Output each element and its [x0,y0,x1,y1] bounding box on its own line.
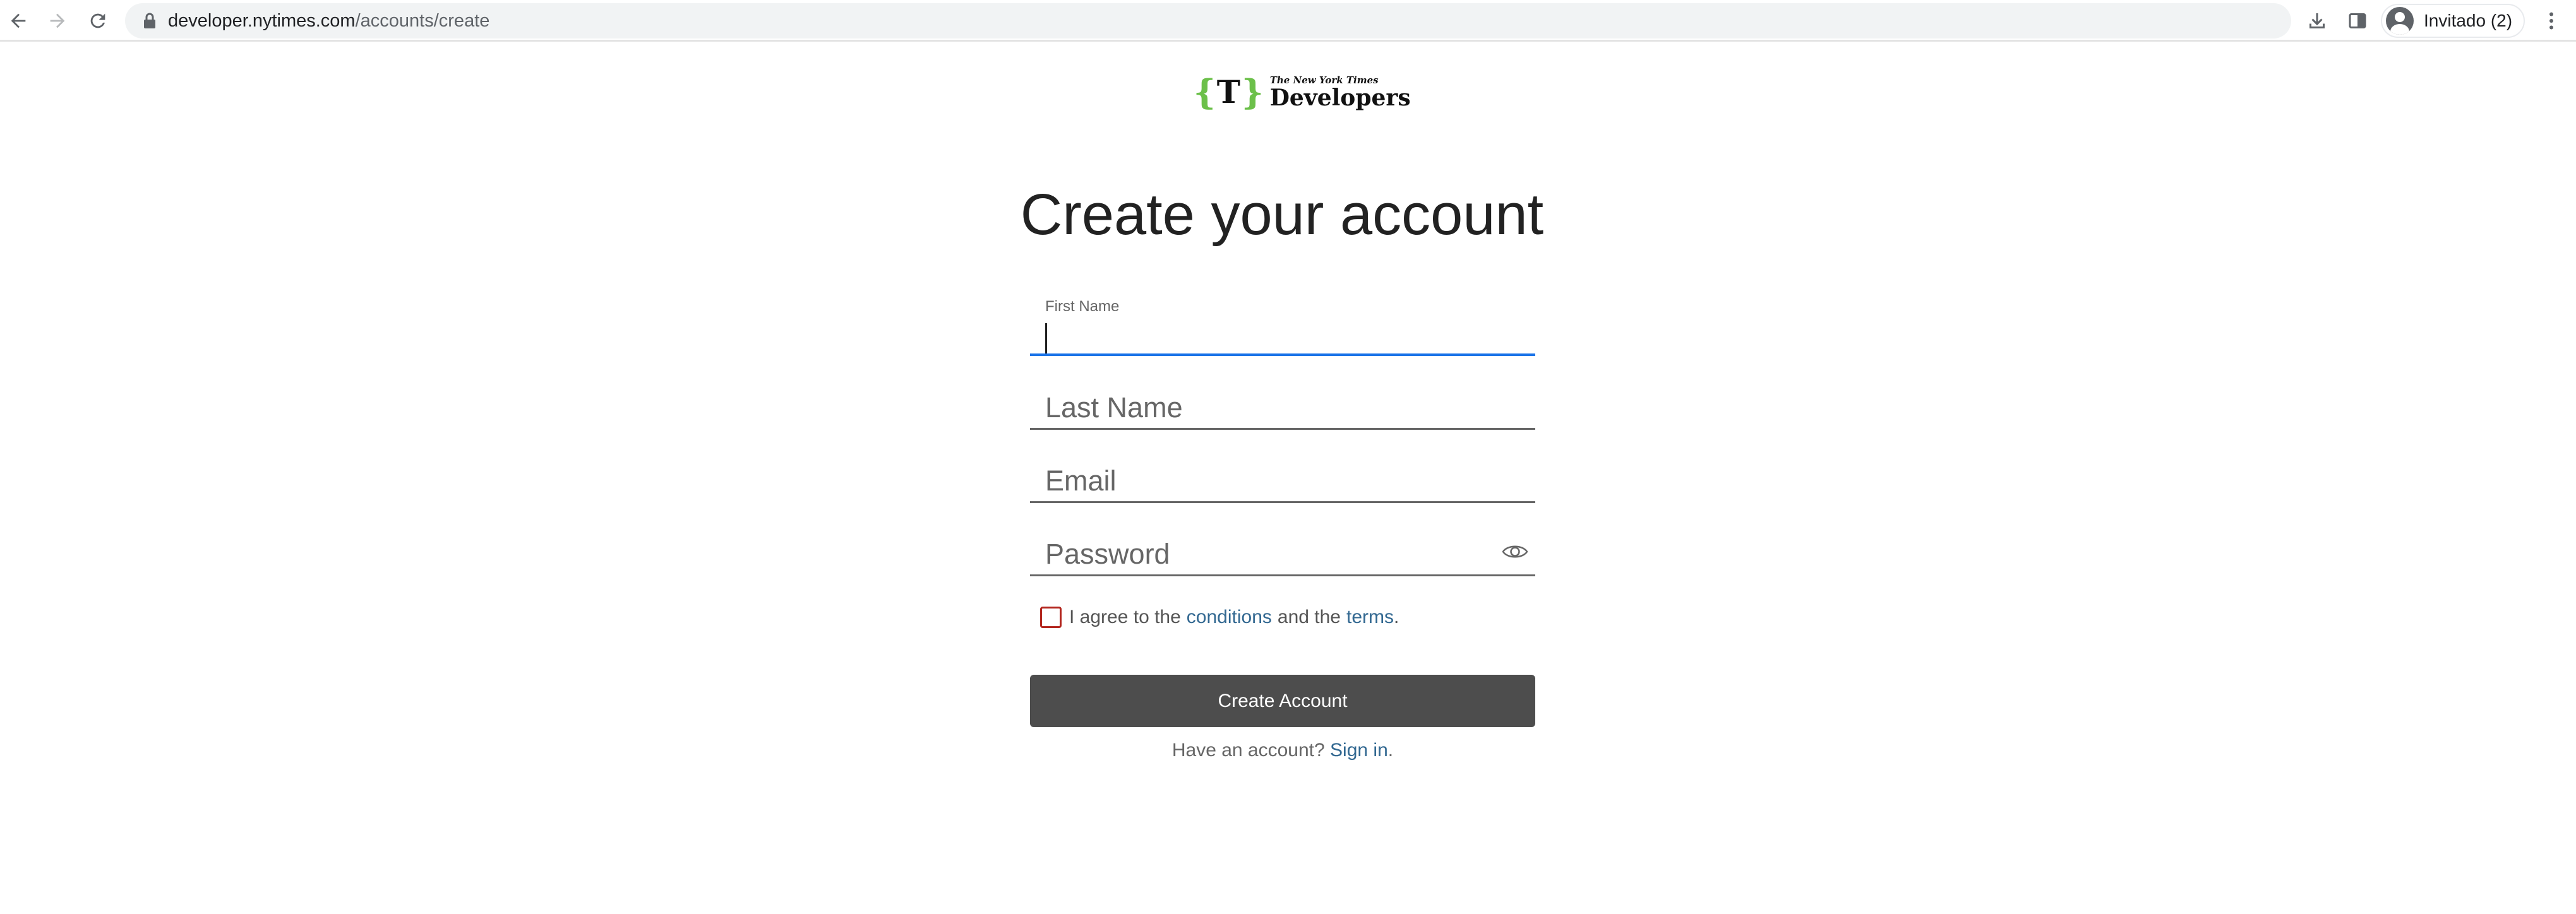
create-account-button[interactable]: Create Account [1030,675,1535,727]
arrow-right-icon [50,13,65,28]
download-button[interactable] [2303,6,2332,35]
terms-agreement: I agree to the conditions and the terms … [1040,605,1399,630]
eye-icon [1502,545,1528,558]
agree-middle: and the [1277,607,1341,627]
last-name-field[interactable]: Last Name [1030,385,1535,430]
download-icon [2309,13,2325,28]
profile-label: Invitado (2) [2424,11,2513,30]
logo-mark: T [1216,73,1240,110]
email-placeholder: Email [1045,465,1117,497]
address-bar[interactable]: developer.nytimes.com/accounts/create [125,3,2291,39]
page-title: Create your account [1020,182,1544,247]
agree-prefix: I agree to the [1069,607,1181,627]
email-underline [1030,501,1535,503]
logo-small-text: The New York Times [1269,74,1379,86]
show-password-toggle[interactable] [1501,538,1529,566]
arrow-left-icon [11,13,26,28]
last-name-placeholder: Last Name [1045,391,1183,424]
forward-button[interactable] [42,5,73,37]
signin-suffix: . [1387,740,1394,761]
side-panel-button[interactable] [2343,6,2372,35]
browser-toolbar: developer.nytimes.com/accounts/create In… [0,0,2576,42]
agree-suffix: . [1393,607,1399,627]
logo-big-text: Developers [1269,84,1411,111]
nyt-developers-logo[interactable]: { T } The New York Times Developers [1194,69,1411,115]
password-underline [1030,574,1535,576]
url-text: developer.nytimes.com/accounts/create [168,3,489,39]
logo-bracket-close: } [1241,72,1264,112]
browser-menu-button[interactable] [2539,6,2564,35]
reload-button[interactable] [82,5,114,37]
signin-prompt-text: Have an account? [1171,740,1325,761]
email-field[interactable]: Email [1030,458,1535,504]
back-button[interactable] [3,5,34,37]
logo-wordmark: The New York Times Developers [1269,74,1411,111]
terms-link[interactable]: terms [1346,607,1394,628]
reload-icon [90,13,105,28]
password-placeholder: Password [1045,538,1170,570]
agree-checkbox[interactable] [1040,607,1062,628]
first-name-underline [1030,353,1535,356]
signin-link[interactable]: Sign in [1330,740,1388,761]
url-host: developer.nytimes.com [168,11,356,31]
password-field[interactable]: Password [1030,531,1535,577]
lock-icon[interactable] [143,13,157,29]
last-name-underline [1030,428,1535,430]
conditions-link[interactable]: conditions [1187,607,1272,628]
signin-prompt: Have an account? Sign in. [1030,740,1535,761]
logo-bracket-open: { [1194,72,1216,112]
url-path: /accounts/create [355,11,490,31]
profile-avatar-icon [2386,7,2414,35]
text-caret [1045,323,1047,356]
first-name-field[interactable]: First Name [1030,298,1535,356]
profile-button[interactable]: Invitado (2) [2381,4,2525,38]
side-panel-icon [2349,13,2366,28]
first-name-label: First Name [1045,298,1120,315]
kebab-menu-icon [2549,12,2553,30]
